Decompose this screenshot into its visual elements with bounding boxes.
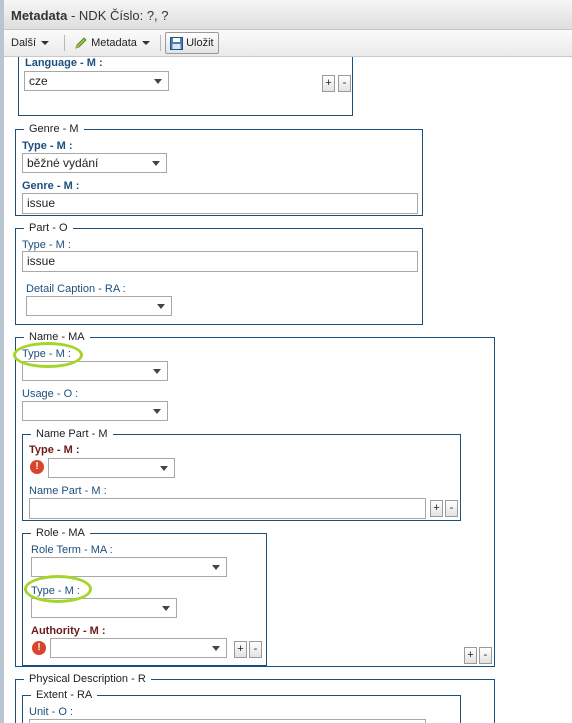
role-legend: Role - MA (31, 527, 90, 539)
physical-legend: Physical Description - R (24, 673, 151, 685)
role-fieldset: Role - MA Role Term - MA : Type - M : Au… (22, 527, 267, 666)
language-label: Language - M : (25, 57, 103, 69)
save-label: Uložit (186, 37, 214, 49)
more-menu-button[interactable]: Další (11, 34, 50, 52)
save-icon (170, 36, 183, 50)
remove-button[interactable]: - (249, 641, 262, 658)
title-bold: Metadata (11, 8, 68, 23)
remove-button[interactable]: - (479, 647, 492, 664)
part-type-label: Type - M : (22, 239, 71, 251)
part-legend: Part - O (24, 222, 73, 234)
save-button[interactable]: Uložit (165, 32, 219, 54)
genre-type-select[interactable]: běžné vydání (22, 153, 167, 173)
part-fieldset: Part - O Type - M : issue Detail Caption… (15, 222, 423, 325)
usage-select[interactable] (22, 401, 168, 421)
name-part-label: Name Part - M : (29, 485, 107, 497)
name-type-label: Type - M : (22, 348, 71, 360)
physical-description-fieldset: Physical Description - R Extent - RA Uni… (15, 673, 495, 723)
metadata-menu-button[interactable]: Metadata (74, 34, 150, 52)
part-type-input[interactable]: issue (22, 251, 418, 272)
error-icon: ! (30, 460, 44, 474)
authority-label: Authority - M : (31, 625, 106, 637)
role-term-select[interactable] (31, 557, 227, 577)
chevron-down-icon (141, 41, 150, 46)
usage-label: Usage - O : (22, 388, 79, 400)
role-type-label: Type - M : (31, 585, 80, 597)
genre-fieldset: Genre - M Type - M : běžné vydání Genre … (15, 123, 423, 216)
remove-button[interactable]: - (445, 500, 458, 517)
remove-button[interactable]: - (338, 75, 351, 92)
extent-fieldset: Extent - RA Unit - O : (22, 689, 461, 723)
name-part-input[interactable] (29, 498, 426, 519)
add-button[interactable]: + (430, 500, 443, 517)
extent-legend: Extent - RA (31, 689, 98, 701)
pencil-icon (75, 37, 87, 49)
add-button[interactable]: + (464, 647, 477, 664)
detail-caption-select[interactable] (26, 296, 172, 316)
genre-type-label: Type - M : (22, 140, 73, 152)
add-button[interactable]: + (234, 641, 247, 658)
title-rest: - NDK Číslo: ?, ? (67, 8, 169, 23)
name-part-legend: Name Part - M (31, 428, 113, 440)
name-part-type-label: Type - M : (29, 444, 80, 456)
name-legend: Name - MA (24, 331, 90, 343)
role-term-label: Role Term - MA : (31, 544, 113, 556)
name-part-type-select[interactable] (48, 458, 175, 478)
more-label: Další (11, 37, 37, 49)
metadata-form: code Language - M : cze + - Genre - M Ty… (4, 57, 572, 723)
metadata-label: Metadata (91, 37, 137, 49)
language-fieldset: code Language - M : cze + - (18, 57, 353, 116)
add-button[interactable]: + (322, 75, 335, 92)
toolbar-separator (64, 35, 65, 51)
name-part-fieldset: Name Part - M Type - M : ! Name Part - M… (22, 428, 461, 521)
unit-label: Unit - O : (29, 706, 74, 718)
language-select[interactable]: cze (24, 71, 169, 91)
chevron-down-icon (41, 41, 50, 46)
genre-legend: Genre - M (24, 123, 84, 135)
genre-input[interactable]: issue (22, 193, 418, 214)
authority-select[interactable] (50, 638, 227, 658)
error-icon: ! (32, 641, 46, 655)
window-title: Metadata - NDK Číslo: ?, ? (4, 0, 572, 30)
name-fieldset: Name - MA Type - M : Usage - O : Name Pa… (15, 331, 495, 667)
toolbar-separator (160, 35, 161, 51)
unit-input[interactable] (29, 719, 426, 723)
name-type-select[interactable] (22, 361, 168, 381)
toolbar: Další Metadata Uložit (4, 30, 572, 57)
detail-caption-label: Detail Caption - RA : (26, 283, 126, 295)
role-type-select[interactable] (31, 598, 177, 618)
genre-genre-label: Genre - M : (22, 180, 80, 192)
